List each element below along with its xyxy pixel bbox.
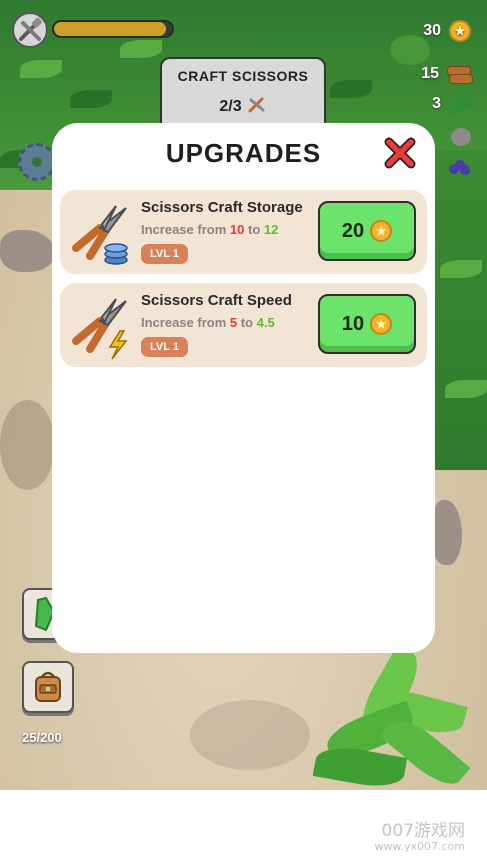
craft-count: 2/3 <box>219 97 242 115</box>
from-value: 10 <box>229 222 245 237</box>
leaf-decor <box>20 60 62 78</box>
leaf-decor <box>330 80 372 98</box>
upgrades-modal: UPGRADES Scissors Craft Storage Increase… <box>52 123 435 653</box>
watermark-title: 007游戏网 <box>381 821 465 841</box>
upgrade-card-storage: Scissors Craft Storage Increase from 10 … <box>60 190 427 274</box>
settings-gear-icon[interactable] <box>18 143 56 181</box>
scissors-icon <box>247 94 267 119</box>
to-value: 12 <box>263 222 279 237</box>
desc-prefix: Increase from <box>141 315 227 330</box>
level-badge: LVL 1 <box>141 337 188 357</box>
stone-counter <box>451 128 471 146</box>
wood-count: 15 <box>421 65 439 82</box>
watermark-url: www.yx007.com <box>374 839 465 853</box>
berry-counter <box>449 160 471 176</box>
upgrade-name: Scissors Craft Speed <box>141 292 292 309</box>
upgrade-card-speed: Scissors Craft Speed Increase from 5 to … <box>60 283 427 367</box>
wood-counter: 15 <box>419 65 473 84</box>
tools-icon <box>12 12 48 48</box>
upgrade-description: Increase from 10 to 12 <box>141 222 278 237</box>
stone-icon <box>451 128 471 146</box>
rock-decor <box>0 230 55 272</box>
upgrade-name: Scissors Craft Storage <box>141 199 303 216</box>
coin-counter: 30 ★ <box>421 20 471 42</box>
inventory-backpack-button[interactable] <box>22 661 74 713</box>
wood-icon <box>447 66 473 84</box>
price: 20 <box>341 219 365 242</box>
leaf-count: 3 <box>432 95 441 112</box>
level-badge: LVL 1 <box>141 244 188 264</box>
leaf-decor <box>70 90 112 108</box>
desc-mid: to <box>247 222 261 237</box>
to-value: 4.5 <box>256 315 275 330</box>
rock-decor <box>432 500 462 565</box>
from-value: 5 <box>229 315 238 330</box>
leaf-decor <box>445 380 487 398</box>
buy-storage-upgrade-button[interactable]: 20 ★ <box>318 201 416 261</box>
leaf-counter: 3 <box>421 93 473 115</box>
coin-icon: ★ <box>449 20 471 42</box>
tree-shadow <box>0 400 55 490</box>
palm-tree <box>305 644 475 790</box>
modal-title: UPGRADES <box>165 138 322 168</box>
scissors-storage-icon <box>68 198 138 268</box>
leaf-decor <box>440 260 482 278</box>
backpack-icon <box>35 671 61 702</box>
craft-panel-title: CRAFT SCISSORS <box>177 68 309 84</box>
coin-count: 30 <box>423 22 441 39</box>
leaf-decor <box>120 40 162 58</box>
close-icon[interactable] <box>383 136 417 170</box>
desc-prefix: Increase from <box>141 222 227 237</box>
inventory-count: 25/200 <box>22 730 62 745</box>
upgrade-description: Increase from 5 to 4.5 <box>141 315 275 330</box>
desc-mid: to <box>240 315 254 330</box>
coin-icon: ★ <box>370 220 393 242</box>
coin-icon: ★ <box>370 313 393 335</box>
tree-shadow <box>190 700 310 770</box>
berry-icon <box>449 160 471 176</box>
leaf-icon <box>447 93 473 115</box>
price: 10 <box>341 312 365 335</box>
xp-progress-bar <box>52 20 174 38</box>
xp-progress-fill <box>54 22 167 36</box>
watermark: 007游戏网 www.yx007.com <box>375 822 465 853</box>
craft-panel-count-row: 2/3 <box>162 94 324 119</box>
scissors-speed-icon <box>68 291 138 361</box>
buy-speed-upgrade-button[interactable]: 10 ★ <box>318 294 416 354</box>
